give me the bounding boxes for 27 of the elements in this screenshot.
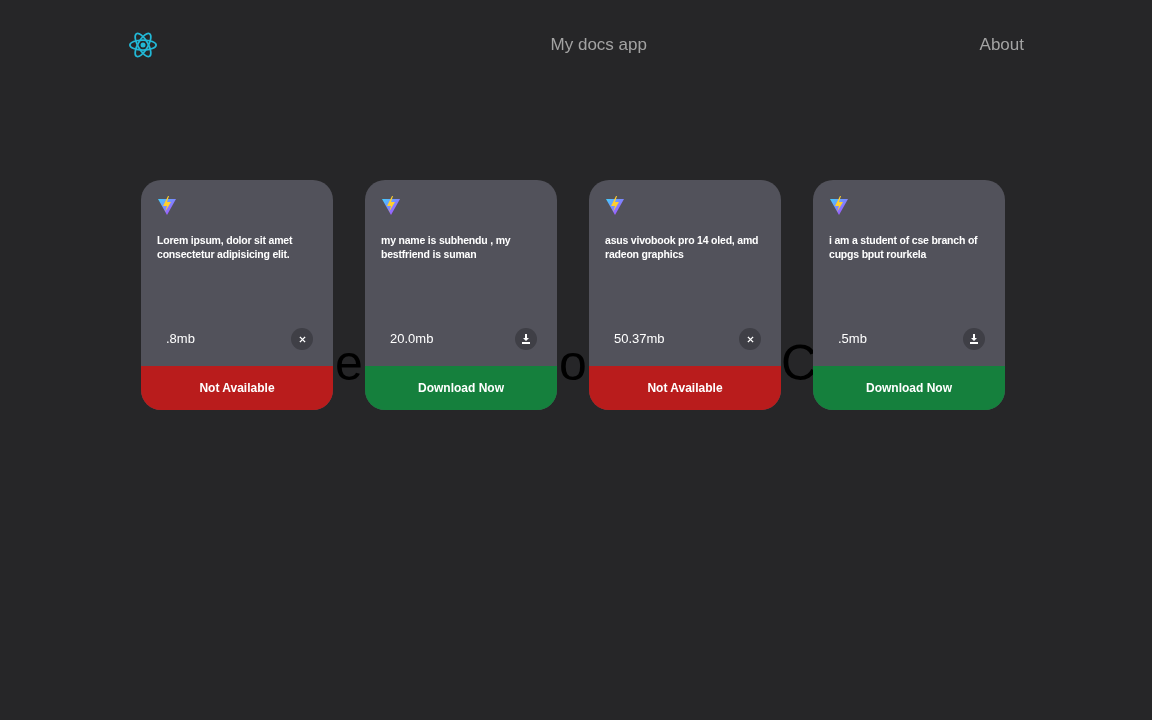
not-available-button[interactable]: Not Available — [589, 366, 781, 410]
download-button[interactable] — [515, 328, 537, 350]
download-now-button[interactable]: Download Now — [365, 366, 557, 410]
close-button[interactable] — [739, 328, 761, 350]
about-link[interactable]: About — [979, 32, 1024, 58]
file-size: .8mb — [166, 330, 195, 349]
app-title: My docs app — [550, 34, 647, 57]
file-size: 20.0mb — [390, 330, 434, 349]
download-icon — [969, 334, 979, 344]
doc-description: my name is subhendu , my bestfriend is suman — [381, 233, 512, 261]
download-now-button[interactable]: Download Now — [813, 366, 1005, 410]
doc-description: Lorem ipsum, dolor sit amet consectetur adipisicing elit. — [157, 233, 294, 261]
doc-description: asus vivobook pro 14 oled, amd radeon graphics — [605, 233, 760, 261]
download-button[interactable] — [963, 328, 985, 350]
lightning-triangle-icon — [829, 196, 849, 216]
close-icon — [746, 335, 754, 343]
file-size: .5mb — [838, 330, 867, 349]
close-icon — [298, 335, 306, 343]
not-available-button[interactable]: Not Available — [141, 366, 333, 410]
lightning-triangle-icon — [381, 196, 401, 216]
download-icon — [521, 334, 531, 344]
close-button[interactable] — [291, 328, 313, 350]
atom-logo-icon[interactable] — [128, 30, 158, 60]
lightning-triangle-icon — [157, 196, 177, 216]
lightning-triangle-icon — [605, 196, 625, 216]
file-size: 50.37mb — [614, 330, 665, 349]
doc-description: i am a student of cse branch of cupgs bput rourkela — [829, 233, 979, 261]
